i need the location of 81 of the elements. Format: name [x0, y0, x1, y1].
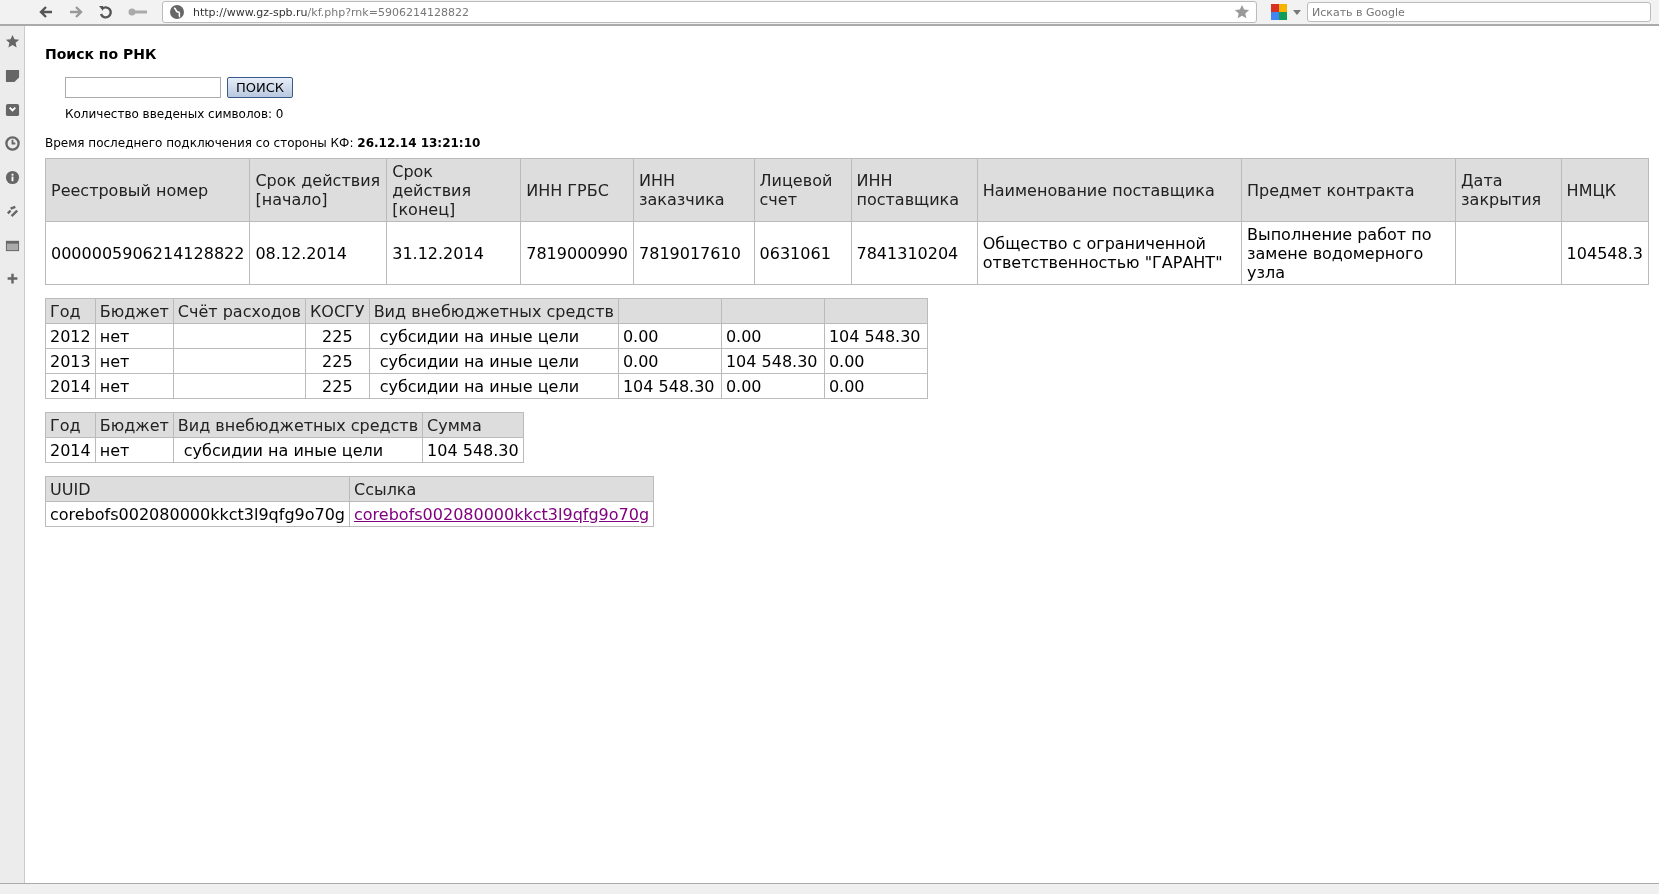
table-cell: субсидии на иные цели [369, 348, 619, 374]
table-cell: нет [95, 437, 174, 463]
back-arrow-icon[interactable] [38, 4, 54, 20]
table-cell: 2014 [45, 437, 96, 463]
search-field[interactable]: Искать в Google [1307, 2, 1651, 22]
plus-icon[interactable] [5, 272, 19, 285]
google-logo-icon [1271, 4, 1287, 20]
table-cell: субсидии на иные цели [173, 437, 423, 463]
dropdown-caret-icon [1293, 9, 1301, 15]
table-cell: 2013 [45, 348, 96, 374]
star-icon[interactable] [4, 34, 20, 49]
table-cell: 0000005906214128822 [45, 221, 250, 285]
window-icon[interactable] [4, 238, 20, 253]
column-header: Вид внебюджетных средств [173, 412, 423, 438]
table-cell: 225 [305, 348, 370, 374]
table-cell: нет [95, 373, 174, 399]
table-cell: 0631061 [754, 221, 851, 285]
table-cell: 0.00 [824, 348, 928, 374]
column-header: Наименование поставщика [977, 158, 1242, 222]
column-header: НМЦК [1561, 158, 1649, 222]
table-cell: 104 548.30 [422, 437, 524, 463]
column-header: Ссылка [349, 476, 654, 502]
column-header: Счёт расходов [173, 298, 306, 324]
table-cell: 08.12.2014 [249, 221, 387, 285]
column-header: Сумма [422, 412, 524, 438]
table-cell: 31.12.2014 [386, 221, 521, 285]
column-header: UUID [45, 476, 350, 502]
clock-icon[interactable] [4, 136, 20, 151]
table-cell: субсидии на иные цели [369, 373, 619, 399]
table-cell: 104 548.30 [721, 348, 825, 374]
table-cell: 0.00 [721, 323, 825, 349]
column-header: Вид внебюджетных средств [369, 298, 619, 324]
info-icon[interactable] [4, 170, 20, 185]
table-cell: 225 [305, 373, 370, 399]
column-header: Реестровый номер [45, 158, 250, 222]
counter-text: Количество введеных символов: 0 [65, 107, 285, 121]
column-header: Лицевой счет [754, 158, 851, 222]
address-bar[interactable]: http://www.gz-spb.ru/kf.php?rnk=5906214128822 [162, 1, 1257, 23]
table-cell: нет [95, 323, 174, 349]
column-header: Срок действия [конец] [386, 158, 521, 222]
table-cell: 0.00 [618, 323, 722, 349]
table-cell: нет [95, 348, 174, 374]
table-cell: 104548.3 [1561, 221, 1649, 285]
table-cell: субсидии на иные цели [369, 323, 619, 349]
table-cell: 7841310204 [851, 221, 978, 285]
url-text: http://www.gz-spb.ru/kf.php?rnk=5906214128822 [193, 5, 470, 19]
table-cell: 0.00 [618, 348, 722, 374]
note-icon[interactable] [4, 68, 20, 83]
table-cell: 0.00 [721, 373, 825, 399]
globe-icon [169, 4, 185, 20]
table-cell: 7819000990 [520, 221, 634, 285]
reload-icon[interactable] [98, 4, 114, 20]
download-icon[interactable] [4, 102, 20, 117]
column-header: Дата закрытия [1455, 158, 1562, 222]
table-cell: 7819017610 [633, 221, 755, 285]
column-header: КОСГУ [305, 298, 370, 324]
table-cell: 104 548.30 [618, 373, 722, 399]
star-icon[interactable] [1234, 4, 1250, 20]
table-cell: Выполнение работ по замене водомерного узла [1241, 221, 1456, 285]
column-header: Год [45, 298, 96, 324]
column-header: Бюджет [95, 412, 174, 438]
column-header: Бюджет [95, 298, 174, 324]
table-cell: 2012 [45, 323, 96, 349]
table-cell: 104 548.30 [824, 323, 928, 349]
column-header: ИНН ГРБС [520, 158, 634, 222]
forward-arrow-icon[interactable] [68, 4, 84, 20]
page-title: Поиск по РНК [45, 46, 158, 62]
column-header: ИНН поставщика [851, 158, 978, 222]
column-header: Год [45, 412, 96, 438]
table-cell: 225 [305, 323, 370, 349]
table-cell: corebofs002080000kkct3l9qfg9o70g [45, 501, 350, 527]
table-cell: Общество с ограниченной ответственностью "ГАРАНТ" [977, 221, 1242, 285]
table-cell: 0.00 [824, 373, 928, 399]
column-header: Срок действия [начало] [249, 158, 387, 222]
link-icon[interactable] [4, 204, 20, 219]
table-cell: 2014 [45, 373, 96, 399]
search-button[interactable]: ПОИСК [227, 77, 294, 98]
column-header: Предмет контракта [1241, 158, 1456, 222]
connection-time-text: Время последнего подключения со стороны КФ: 26.12.14 13:21:10 [45, 136, 482, 150]
search-input[interactable] [65, 77, 221, 98]
column-header: ИНН заказчика [633, 158, 755, 222]
